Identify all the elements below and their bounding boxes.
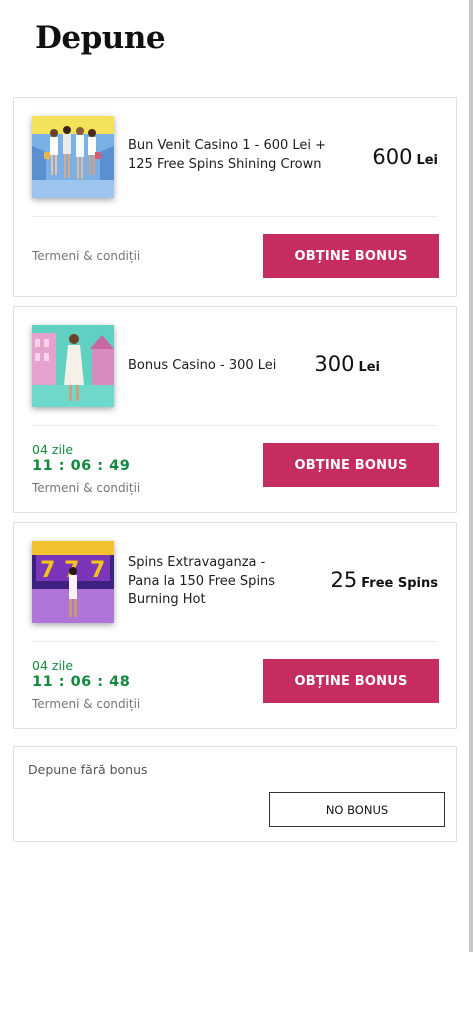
offer-title: Bonus Casino - 300 Lei	[128, 358, 277, 373]
no-bonus-button[interactable]: NO BONUS	[269, 792, 445, 827]
terms-link[interactable]: Termeni & condiții	[32, 481, 140, 495]
offer-title: Bun Venit Casino 1 - 600 Lei + 125 Free …	[128, 138, 327, 172]
bonus-amount: 25 Free Spins	[331, 568, 438, 592]
welcome-women-image	[32, 116, 114, 198]
divider	[32, 216, 438, 217]
offer-card-casino: Bonus Casino - 300 Lei 300 Lei 04 zile 11…	[13, 306, 457, 513]
amount-value: 600	[372, 145, 413, 169]
amount-value: 300	[314, 352, 355, 376]
no-bonus-card: Depune fără bonus NO BONUS	[13, 746, 457, 842]
countdown-days: 04 zile	[32, 658, 74, 673]
page-title: Depune	[35, 20, 166, 56]
svg-text:7: 7	[90, 558, 105, 583]
no-bonus-label: Depune fără bonus	[28, 762, 148, 777]
get-bonus-button[interactable]: OBȚINE BONUS	[263, 234, 439, 278]
terms-link[interactable]: Termeni & condiții	[32, 249, 140, 263]
offer-card-spins: 7 7 7 Spins Extravaganza - Pana la 150 F…	[13, 522, 457, 729]
amount-unit: Lei	[416, 153, 438, 168]
bonus-amount: 300 Lei	[314, 352, 380, 376]
slots-777-image: 7 7 7	[32, 541, 114, 623]
countdown-timer: 11 : 06 : 49	[32, 458, 131, 474]
get-bonus-button[interactable]: OBȚINE BONUS	[263, 443, 439, 487]
divider	[32, 641, 438, 642]
get-bonus-button[interactable]: OBȚINE BONUS	[263, 659, 439, 703]
svg-text:7: 7	[40, 558, 55, 583]
bonus-amount: 600 Lei	[372, 145, 438, 169]
amount-value: 25	[330, 568, 358, 592]
countdown-days: 04 zile	[32, 442, 74, 457]
offer-card-welcome: Bun Venit Casino 1 - 600 Lei + 125 Free …	[13, 97, 457, 297]
terms-link[interactable]: Termeni & condiții	[32, 697, 140, 711]
divider	[32, 425, 438, 426]
casino-woman-image	[32, 325, 114, 407]
amount-unit: Lei	[358, 360, 380, 375]
countdown-timer: 11 : 06 : 48	[32, 674, 131, 690]
offer-title: Spins Extravaganza - Pana la 150 Free Sp…	[128, 555, 276, 607]
amount-unit: Free Spins	[361, 576, 438, 591]
scrollbar[interactable]	[469, 0, 473, 952]
